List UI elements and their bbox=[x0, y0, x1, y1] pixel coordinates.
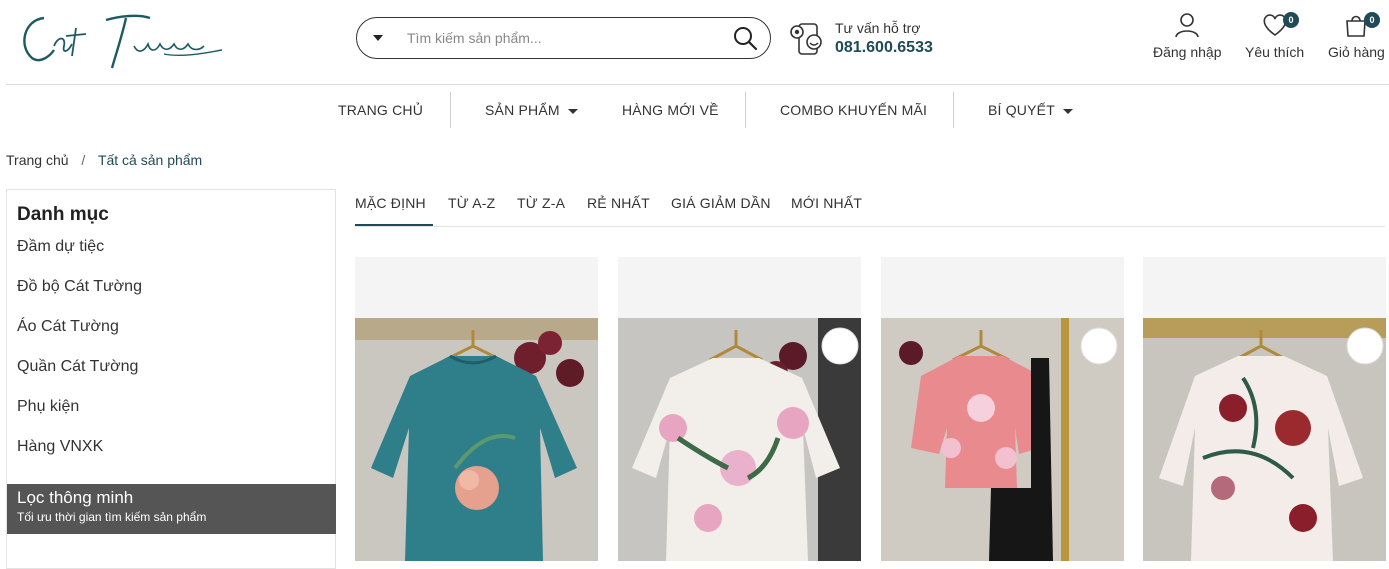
product-card[interactable] bbox=[1143, 257, 1386, 561]
sort-tab-price-desc[interactable]: GIÁ GIẢM DẦN bbox=[671, 195, 771, 211]
wishlist-count-badge: 0 bbox=[1283, 12, 1299, 28]
nav-item-label: BÍ QUYẾT bbox=[988, 102, 1055, 118]
nav-item-tips[interactable]: BÍ QUYẾT bbox=[988, 92, 1073, 128]
cart-label: Giỏ hàng bbox=[1328, 44, 1385, 60]
category-item-sets[interactable]: Đồ bộ Cát Tường bbox=[17, 278, 142, 296]
support-phone-icon bbox=[790, 23, 822, 55]
nav-item-label: TRANG CHỦ bbox=[338, 102, 424, 118]
smart-filter-panel[interactable]: Lọc thông minh Tối ưu thời gian tìm kiếm… bbox=[7, 484, 336, 534]
cart-button[interactable]: Giỏ hàng 0 bbox=[1328, 12, 1385, 60]
nav-item-label: HÀNG MỚI VỀ bbox=[622, 102, 719, 118]
nav-item-home[interactable]: TRANG CHỦ bbox=[338, 92, 423, 128]
sort-tab-a-z[interactable]: TỪ A-Z bbox=[448, 195, 495, 211]
header-divider bbox=[6, 84, 1389, 85]
sort-tabs: MẶC ĐỊNH TỪ A-Z TỪ Z-A RẺ NHẤT GIÁ GIẢM … bbox=[355, 186, 1385, 227]
sort-tab-z-a[interactable]: TỪ Z-A bbox=[517, 195, 565, 211]
support-phone-number[interactable]: 081.600.6533 bbox=[835, 39, 933, 57]
chevron-down-icon bbox=[1062, 108, 1073, 114]
wishlist-label: Yêu thích bbox=[1245, 44, 1305, 60]
product-image[interactable] bbox=[618, 318, 861, 561]
breadcrumb-current[interactable]: Tất cả sản phẩm bbox=[98, 152, 202, 168]
category-item-party-dress[interactable]: Đầm dự tiệc bbox=[17, 238, 104, 256]
product-image[interactable] bbox=[355, 318, 598, 561]
sort-tab-default[interactable]: MẶC ĐỊNH bbox=[355, 195, 426, 211]
sort-tab-cheapest[interactable]: RẺ NHẤT bbox=[587, 195, 650, 211]
search-input[interactable]: Tìm kiếm sản phẩm... bbox=[407, 30, 732, 46]
login-label: Đăng nhập bbox=[1153, 44, 1222, 60]
cart-count-badge: 0 bbox=[1364, 12, 1380, 28]
login-button[interactable]: Đăng nhập bbox=[1153, 12, 1222, 60]
main-nav: TRANG CHỦ SẢN PHẨM HÀNG MỚI VỀ COMBO KHU… bbox=[0, 92, 1389, 128]
search-icon[interactable] bbox=[732, 25, 758, 51]
product-card[interactable] bbox=[355, 257, 598, 561]
category-item-accessories[interactable]: Phụ kiện bbox=[17, 398, 79, 416]
support-label: Tư vấn hỗ trợ bbox=[835, 19, 921, 36]
nav-item-label: COMBO KHUYẾN MÃI bbox=[780, 102, 928, 118]
category-item-tops[interactable]: Áo Cát Tường bbox=[17, 318, 119, 336]
product-image[interactable] bbox=[881, 318, 1124, 561]
search-category-dropdown-icon[interactable] bbox=[373, 35, 383, 41]
user-icon bbox=[1175, 13, 1200, 38]
nav-item-combo[interactable]: COMBO KHUYẾN MÃI bbox=[780, 92, 927, 128]
category-item-export[interactable]: Hàng VNXK bbox=[17, 438, 103, 456]
nav-item-label: SẢN PHẨM bbox=[485, 102, 560, 118]
category-item-pants[interactable]: Quần Cát Tường bbox=[17, 358, 138, 376]
nav-item-new-arrivals[interactable]: HÀNG MỚI VỀ bbox=[622, 92, 719, 128]
nav-divider bbox=[450, 92, 451, 128]
sort-tab-newest[interactable]: MỚI NHẤT bbox=[791, 195, 862, 211]
product-card[interactable] bbox=[881, 257, 1124, 561]
breadcrumb: Trang chủ / Tất cả sản phẩm bbox=[6, 152, 202, 168]
smart-filter-subtitle: Tối ưu thời gian tìm kiếm sản phẩm bbox=[17, 510, 207, 524]
support-hotline[interactable]: Tư vấn hỗ trợ 081.600.6533 bbox=[787, 18, 933, 58]
nav-divider bbox=[745, 92, 746, 128]
site-header: Tìm kiếm sản phẩm... Tư vấn hỗ trợ 081.6… bbox=[0, 0, 1389, 84]
brand-logo[interactable] bbox=[14, 6, 226, 72]
chevron-down-icon bbox=[567, 108, 578, 114]
breadcrumb-separator: / bbox=[81, 152, 86, 168]
wishlist-button[interactable]: Yêu thích 0 bbox=[1245, 12, 1304, 60]
category-sidebar: Danh mục Đầm dự tiệc Đồ bộ Cát Tường Áo … bbox=[6, 189, 336, 569]
product-image[interactable] bbox=[1143, 318, 1386, 561]
sidebar-title: Danh mục bbox=[17, 204, 109, 225]
active-tab-indicator bbox=[355, 224, 433, 226]
search-bar[interactable]: Tìm kiếm sản phẩm... bbox=[356, 17, 771, 59]
breadcrumb-home[interactable]: Trang chủ bbox=[6, 152, 69, 168]
nav-item-products[interactable]: SẢN PHẨM bbox=[485, 92, 578, 128]
nav-divider bbox=[953, 92, 954, 128]
product-card[interactable] bbox=[618, 257, 861, 561]
smart-filter-title: Lọc thông minh bbox=[17, 488, 134, 507]
